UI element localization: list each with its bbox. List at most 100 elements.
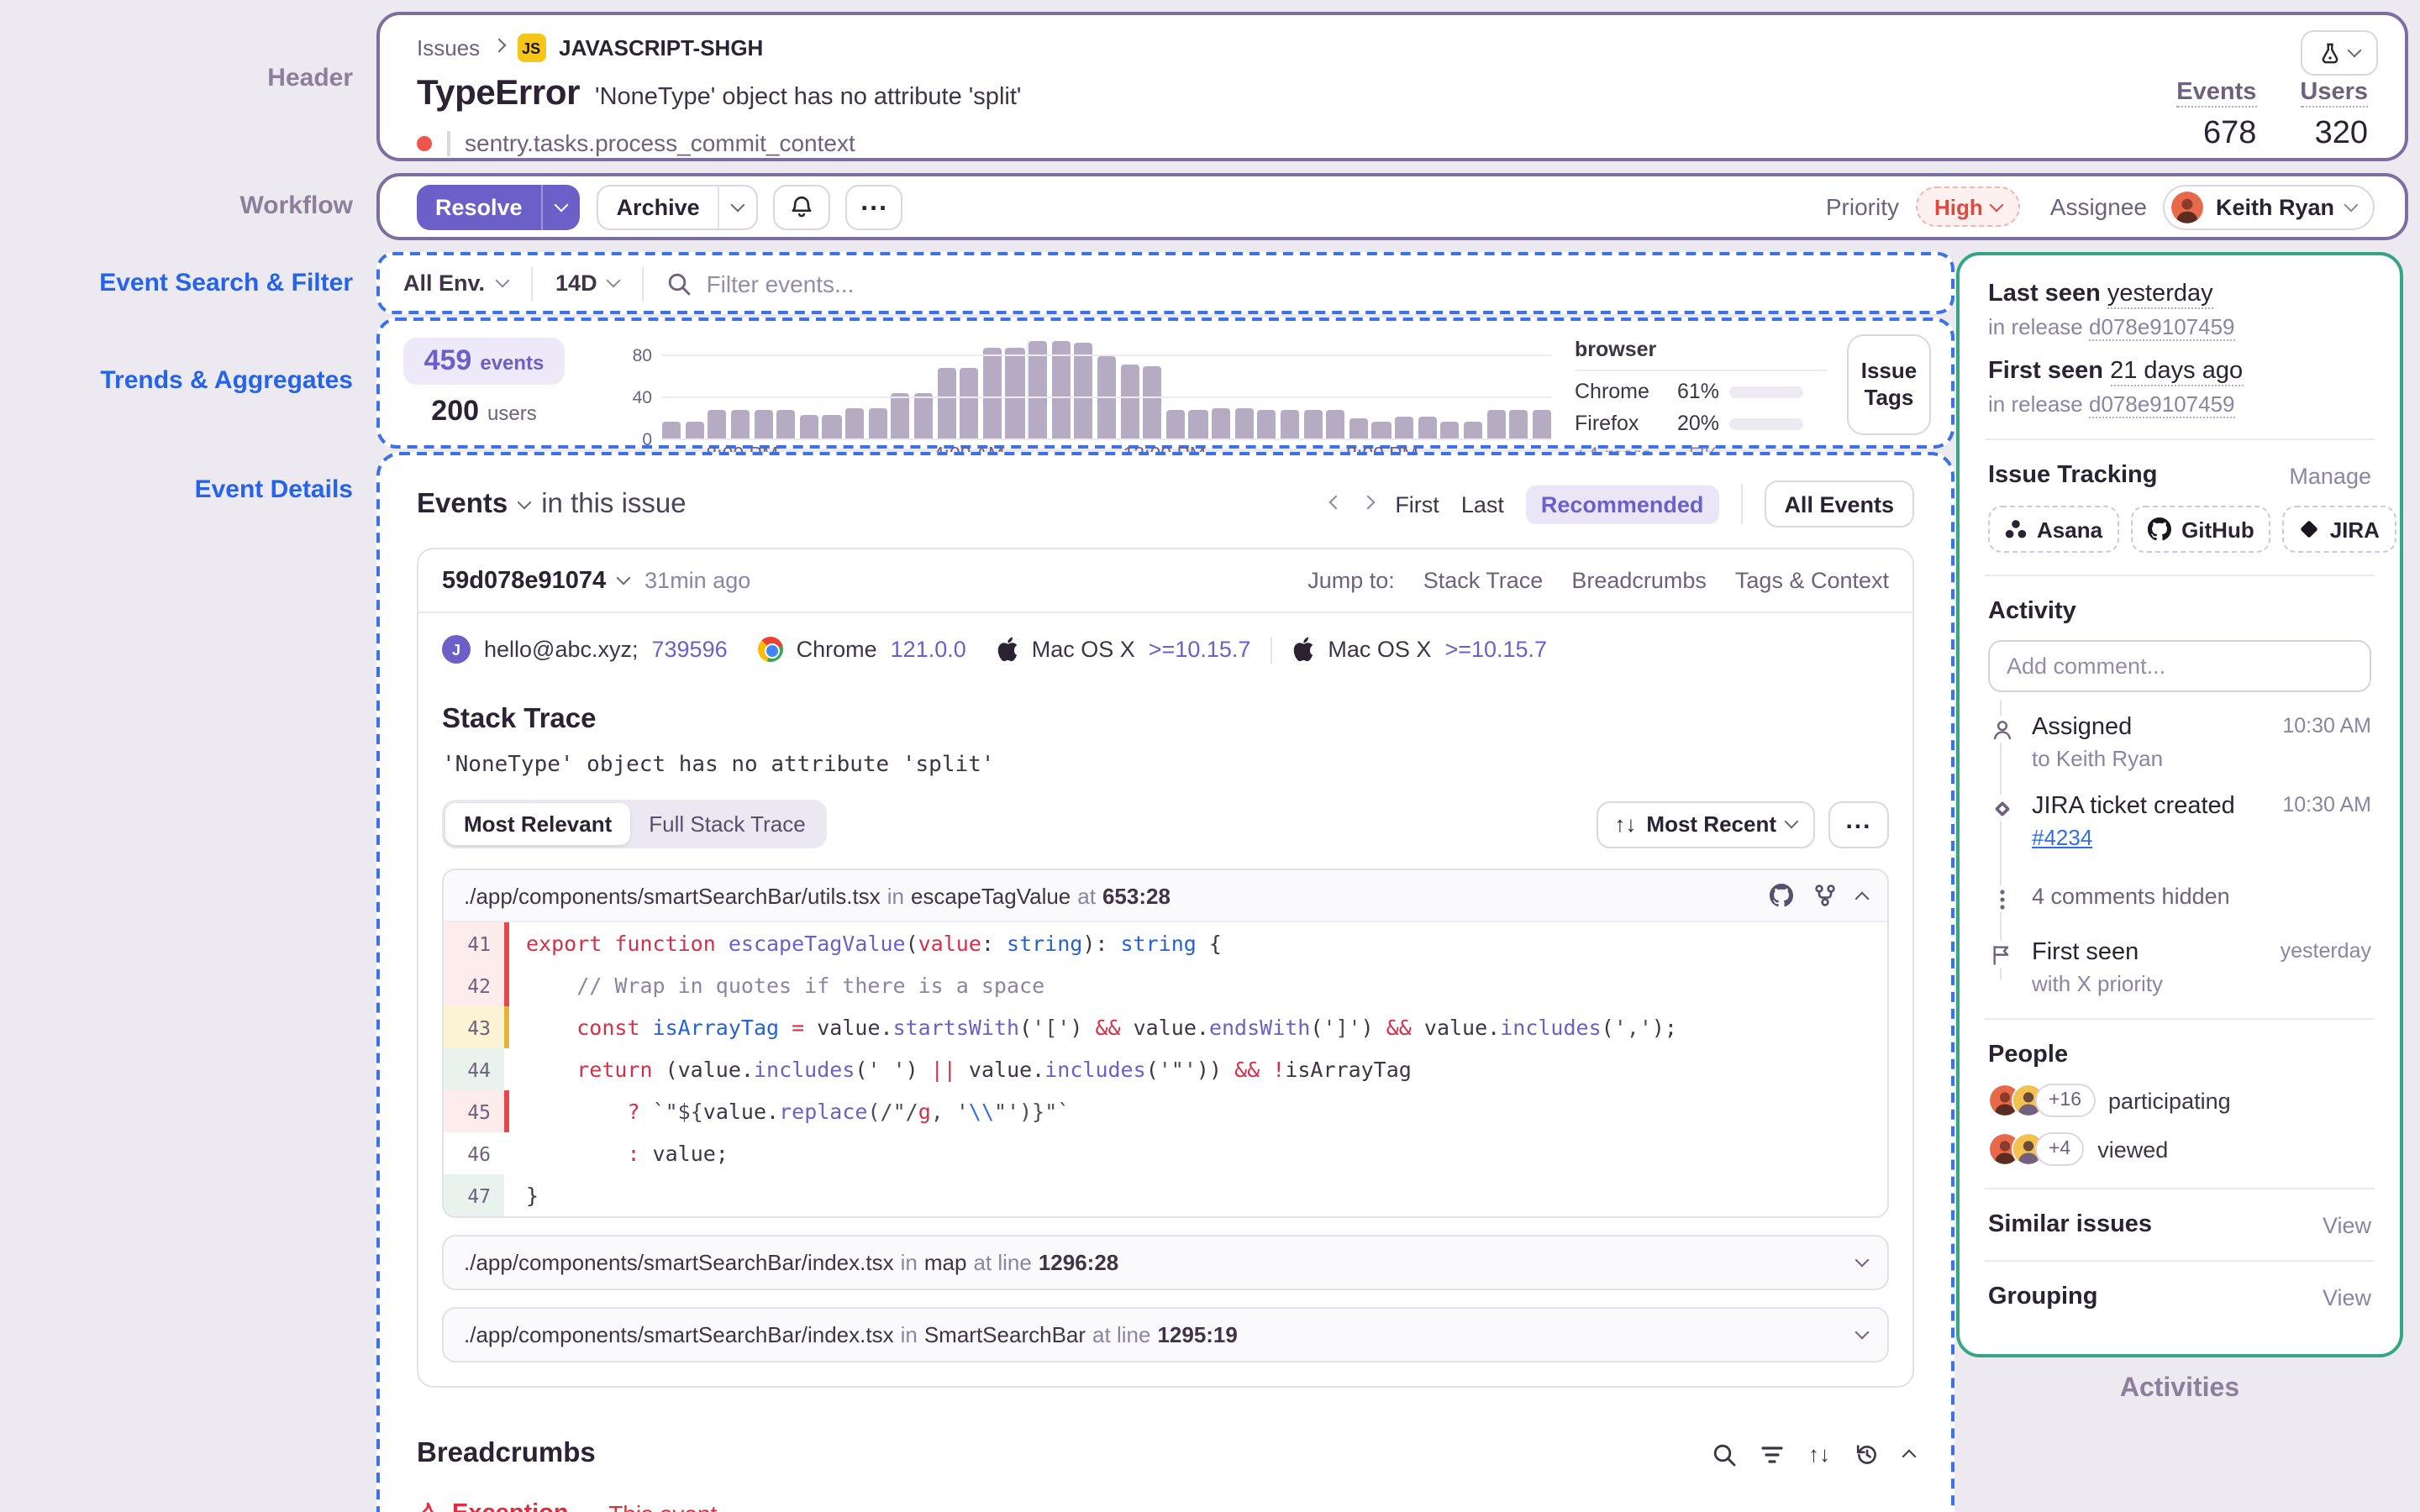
- chart-bar[interactable]: [799, 415, 818, 440]
- github-icon[interactable]: [1770, 884, 1793, 907]
- search-icon[interactable]: [1712, 1442, 1736, 1466]
- chart-bar[interactable]: [1165, 410, 1185, 440]
- chart-bar[interactable]: [845, 408, 865, 440]
- events-section-title[interactable]: Events in this issue: [417, 488, 687, 520]
- chart-bar[interactable]: [960, 368, 979, 440]
- next-event-button[interactable]: [1360, 494, 1376, 509]
- chart-bar[interactable]: [1212, 408, 1231, 440]
- jira-ticket-link[interactable]: #4234: [2032, 825, 2092, 850]
- event-id-dropdown[interactable]: 59d078e91074: [442, 567, 630, 594]
- chart-bar[interactable]: [868, 408, 887, 440]
- chart-bar[interactable]: [1234, 408, 1254, 440]
- code-line[interactable]: 41 export function escapeTagValue(value: …: [444, 922, 1887, 964]
- similar-issues-view-link[interactable]: View: [2323, 1212, 2371, 1237]
- asana-button[interactable]: Asana: [1988, 506, 2120, 553]
- collapse-frame-icon[interactable]: [1854, 890, 1870, 906]
- issue-tags-button[interactable]: Issue Tags: [1847, 334, 1931, 435]
- user-email[interactable]: hello@abc.xyz;: [484, 637, 639, 662]
- last-seen-value[interactable]: yesterday: [2107, 281, 2213, 309]
- activity-item-hidden-comments[interactable]: 4 comments hidden: [1988, 884, 2371, 912]
- filter-icon[interactable]: [1761, 1444, 1783, 1464]
- chart-bar[interactable]: [1303, 410, 1323, 440]
- tab-most-relevant[interactable]: Most Relevant: [445, 803, 631, 845]
- chart-bar[interactable]: [937, 368, 956, 440]
- suspect-commit-icon[interactable]: [1813, 884, 1837, 907]
- first-seen-value[interactable]: 21 days ago: [2110, 358, 2244, 386]
- chart-bar[interactable]: [1005, 348, 1024, 440]
- chart-bar[interactable]: [1463, 422, 1482, 440]
- environment-dropdown[interactable]: All Env.: [403, 270, 509, 296]
- chart-bar[interactable]: [754, 410, 773, 440]
- add-comment-input[interactable]: Add comment...: [1988, 640, 2371, 692]
- more-actions-button[interactable]: ...: [845, 184, 903, 229]
- chart-bar[interactable]: [1509, 410, 1528, 440]
- breadcrumb-issues-link[interactable]: Issues: [417, 35, 480, 60]
- chart-bar[interactable]: [982, 348, 1002, 440]
- last-event-link[interactable]: Last: [1461, 491, 1504, 517]
- sort-arrows-icon[interactable]: ↑↓: [1808, 1441, 1830, 1467]
- chart-bar[interactable]: [1074, 343, 1093, 440]
- chart-bar[interactable]: [891, 393, 910, 440]
- chart-bar[interactable]: [1188, 410, 1207, 440]
- replay-clock-icon[interactable]: [1855, 1442, 1879, 1466]
- code-line[interactable]: 45 ? `"${value. replace (/"/g, ' \\ "')}"`: [444, 1090, 1887, 1132]
- release-link[interactable]: d078e9107459: [2089, 314, 2235, 341]
- frame-header[interactable]: ./app/components/smartSearchBar/utils.ts…: [444, 870, 1887, 922]
- filter-events-input[interactable]: Filter events...: [707, 270, 855, 297]
- tag-row-firefox[interactable]: Firefox 20%: [1575, 412, 1827, 435]
- chart-bar[interactable]: [1395, 417, 1414, 440]
- chart-bar[interactable]: [822, 415, 841, 440]
- jump-link-tags-context[interactable]: Tags & Context: [1735, 568, 1889, 593]
- stack-frame-collapsed[interactable]: ./app/components/smartSearchBar/index.ts…: [442, 1307, 1889, 1362]
- github-button[interactable]: GitHub: [2131, 506, 2271, 553]
- chart-bar[interactable]: [708, 410, 727, 440]
- sort-dropdown[interactable]: ↑↓ Most Recent: [1596, 801, 1815, 848]
- jump-link-breadcrumbs[interactable]: Breadcrumbs: [1571, 568, 1707, 593]
- chart-bar[interactable]: [1440, 422, 1460, 440]
- archive-button[interactable]: Archive: [596, 184, 759, 229]
- recommended-pill[interactable]: Recommended: [1525, 485, 1719, 523]
- chart-bar[interactable]: [1280, 410, 1299, 440]
- chart-bar[interactable]: [1257, 410, 1276, 440]
- chart-bar[interactable]: [913, 393, 933, 440]
- manage-link[interactable]: Manage: [2289, 463, 2371, 488]
- chart-bar[interactable]: [1326, 410, 1345, 440]
- tag-row-chrome[interactable]: Chrome 61%: [1575, 380, 1827, 403]
- chart-bar[interactable]: [1349, 418, 1368, 440]
- chart-bar[interactable]: [1486, 410, 1506, 440]
- code-line[interactable]: 47}: [444, 1174, 1887, 1216]
- grouping-view-link[interactable]: View: [2323, 1284, 2371, 1310]
- chart-bar[interactable]: [662, 422, 681, 440]
- chart-bar[interactable]: [776, 410, 796, 440]
- user-id[interactable]: 739596: [652, 637, 728, 662]
- priority-dropdown[interactable]: High: [1916, 186, 2020, 227]
- chart-bar[interactable]: [1097, 356, 1116, 440]
- chart-bar[interactable]: [1532, 410, 1551, 440]
- tab-full-stack-trace[interactable]: Full Stack Trace: [630, 803, 823, 845]
- previous-event-button[interactable]: [1328, 494, 1344, 509]
- frame-options-button[interactable]: ...: [1828, 801, 1889, 848]
- all-events-button[interactable]: All Events: [1764, 480, 1914, 528]
- viewers-more-pill[interactable]: +4: [2035, 1132, 2085, 1166]
- date-range-dropdown[interactable]: 14D: [555, 270, 622, 296]
- code-line[interactable]: 42 // Wrap in quotes if there is a space: [444, 964, 1887, 1006]
- chart-bar[interactable]: [1143, 366, 1162, 440]
- events-count-badge[interactable]: 459 events: [403, 338, 565, 385]
- jira-button[interactable]: JIRA: [2282, 506, 2396, 553]
- jump-link-stack-trace[interactable]: Stack Trace: [1423, 568, 1544, 593]
- users-stat-label[interactable]: Users: [2300, 79, 2368, 108]
- chart-bar[interactable]: [1371, 422, 1391, 440]
- code-line[interactable]: 46 : value;: [444, 1132, 1887, 1174]
- chart-bar[interactable]: [730, 410, 750, 440]
- archive-dropdown-button[interactable]: [718, 186, 757, 228]
- resolve-button[interactable]: Resolve: [417, 184, 580, 229]
- chart-bar[interactable]: [685, 422, 704, 440]
- users-count-line[interactable]: 200 users: [403, 395, 565, 428]
- release-link[interactable]: d078e9107459: [2089, 391, 2235, 418]
- subscribe-bell-button[interactable]: [773, 184, 831, 229]
- stack-frame-collapsed[interactable]: ./app/components/smartSearchBar/index.ts…: [442, 1235, 1889, 1290]
- experiment-flask-button[interactable]: [2301, 30, 2378, 76]
- chart-bar[interactable]: [1418, 417, 1437, 440]
- events-stat-label[interactable]: Events: [2176, 79, 2257, 108]
- resolve-dropdown-button[interactable]: [540, 184, 580, 229]
